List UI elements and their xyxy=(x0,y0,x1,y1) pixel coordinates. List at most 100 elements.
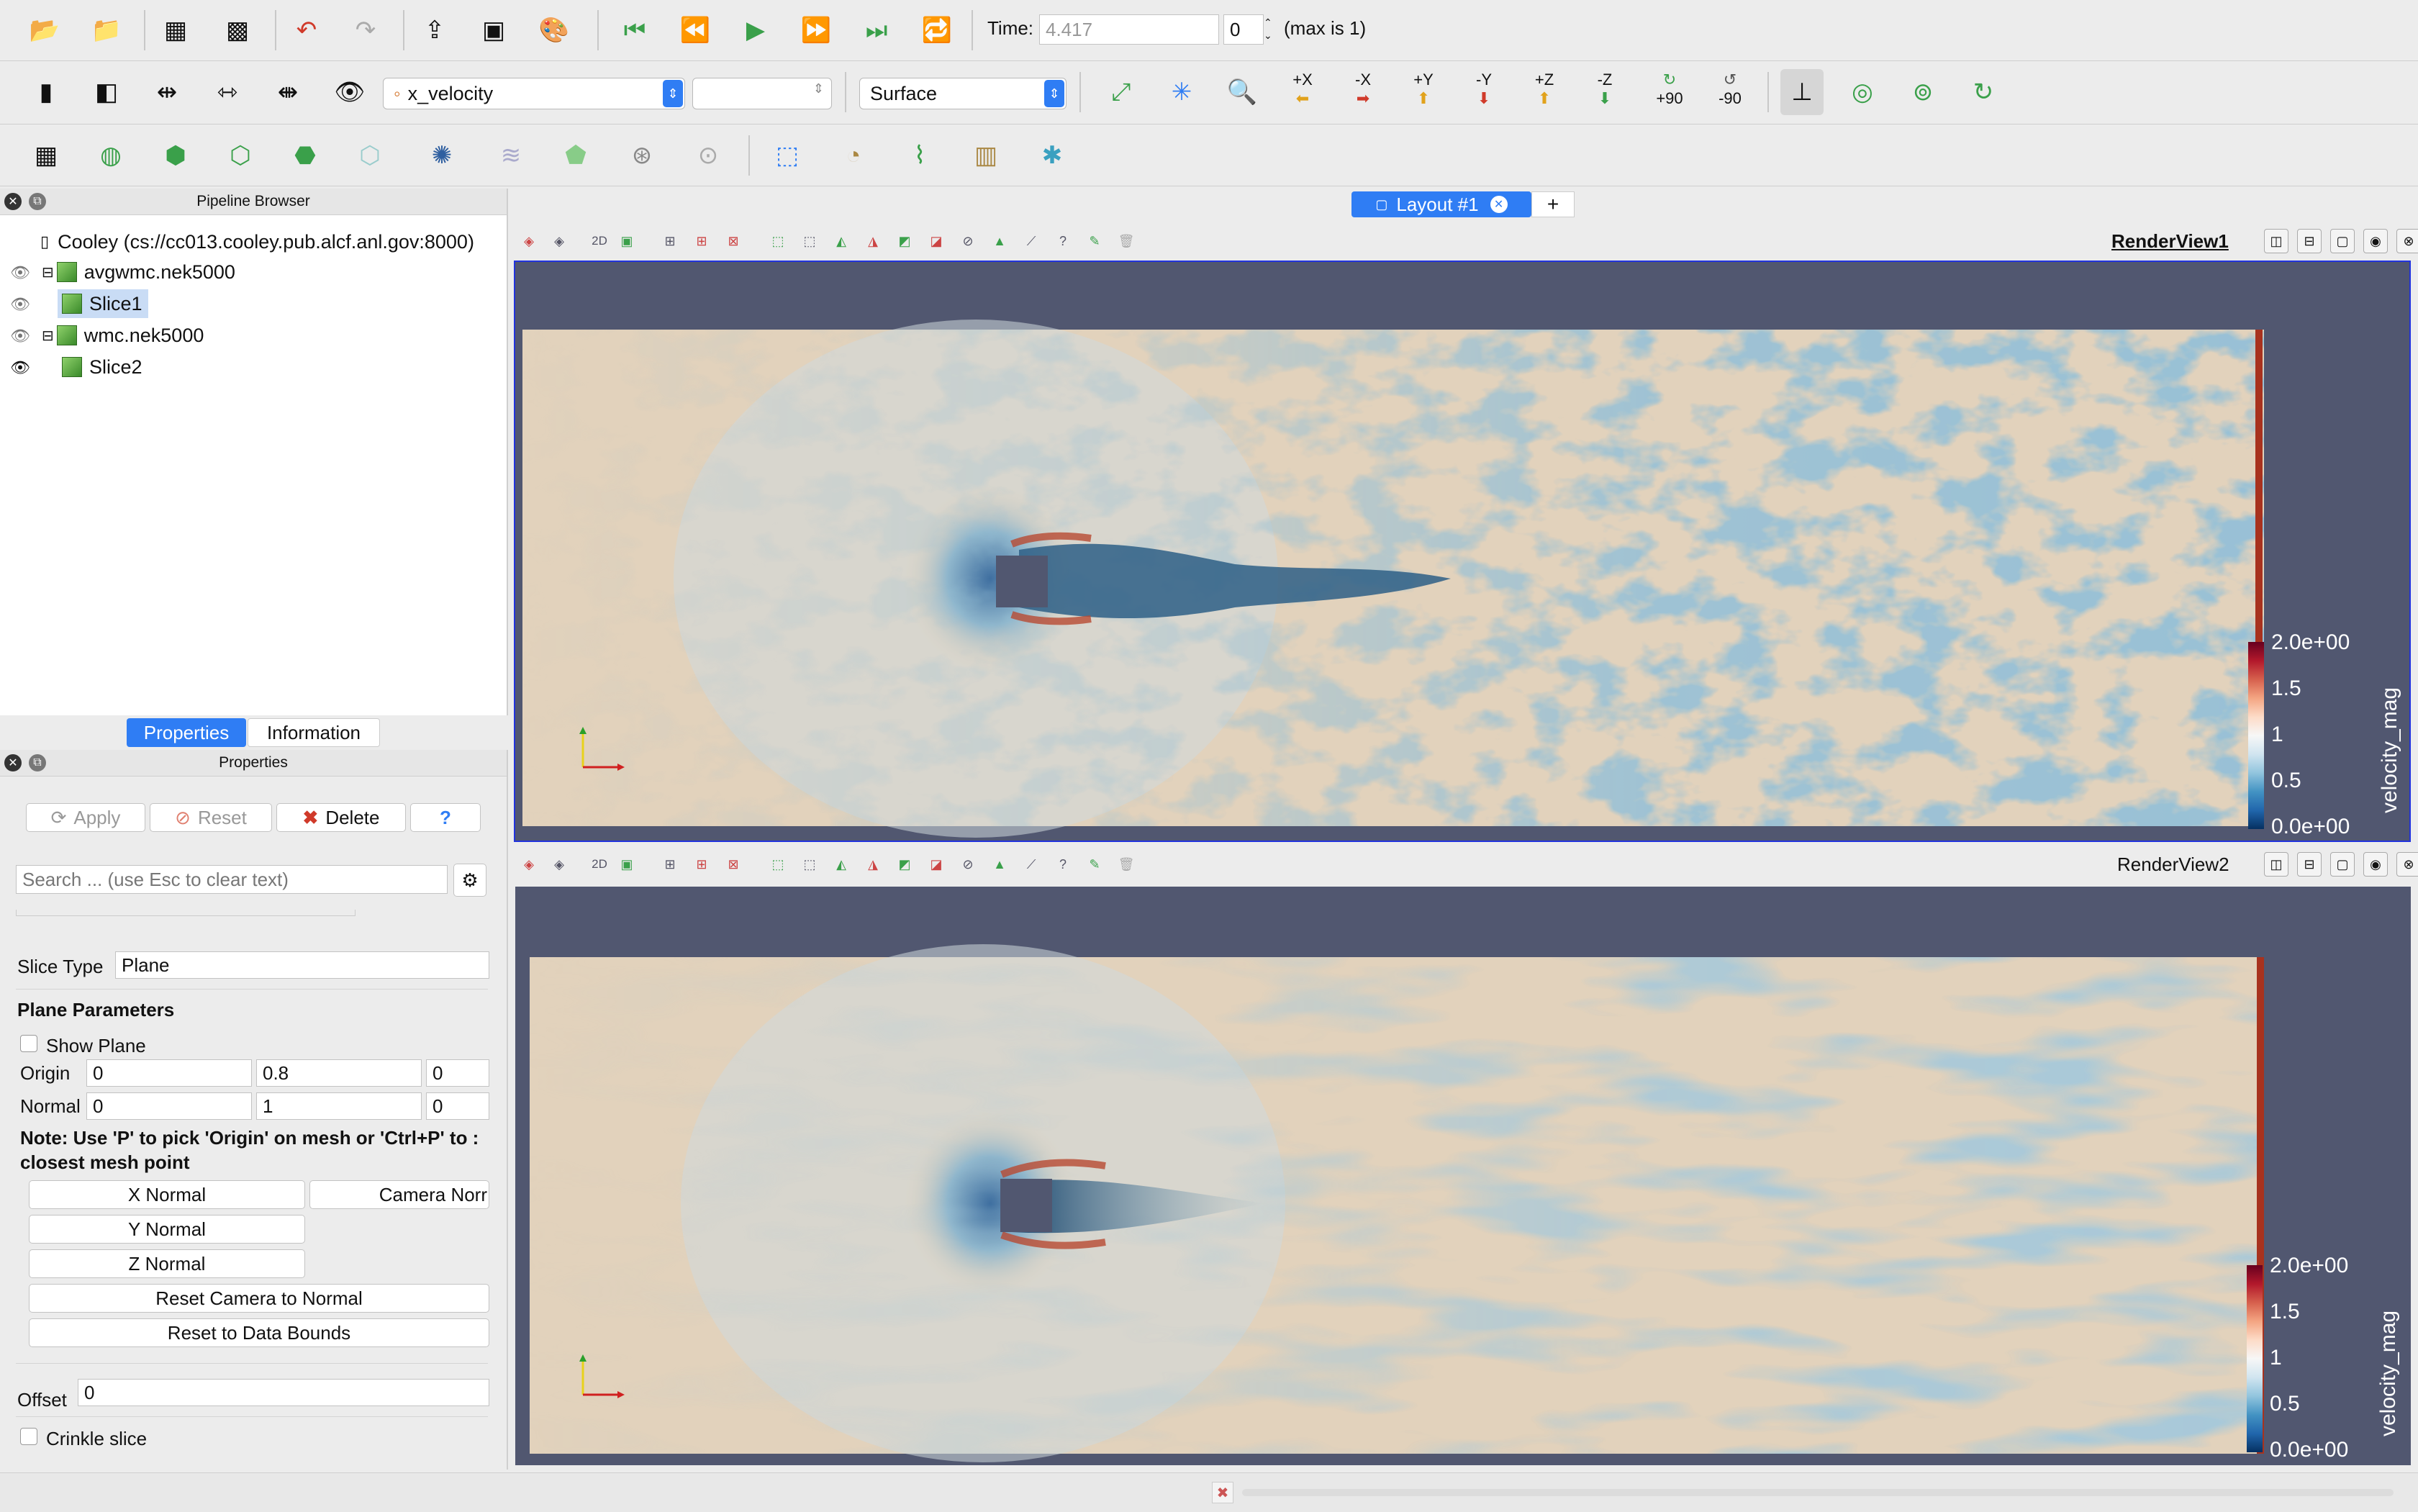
edit-selection-icon[interactable]: ✎ xyxy=(1084,230,1105,252)
render-view1[interactable]: 2.0e+00 1.5 1 0.5 0.0e+00 velocity_mag xyxy=(514,261,2411,842)
rotate-plus-90-button[interactable]: ↻ +90 xyxy=(1648,66,1691,112)
calculator-icon[interactable]: ▦ xyxy=(24,132,68,178)
center-axes-icon[interactable]: ◎ xyxy=(1841,69,1884,115)
select-points-on-icon[interactable]: ⊞ xyxy=(691,854,712,875)
view-splitter[interactable] xyxy=(514,843,2411,849)
glyph-icon[interactable]: ✺ xyxy=(420,132,463,178)
close-icon[interactable]: ✕ xyxy=(1490,196,1508,213)
view-plus-z-button[interactable]: +Z ⬆ xyxy=(1523,66,1566,112)
load-state-icon[interactable]: 📁 xyxy=(85,7,128,53)
trash-icon[interactable]: 🗑 xyxy=(1115,854,1137,875)
origin-z-field[interactable]: 0 xyxy=(426,1059,489,1087)
save-data-icon[interactable]: ⇪ xyxy=(413,7,456,53)
hover-cells-icon[interactable]: ◮ xyxy=(862,854,884,875)
offset-field[interactable]: 0 xyxy=(78,1379,489,1406)
clear-selection-icon[interactable]: ⊘ xyxy=(957,230,979,252)
view-minus-x-button[interactable]: -X ➡ xyxy=(1341,66,1385,112)
view-minus-y-button[interactable]: -Y ⬇ xyxy=(1462,66,1505,112)
histogram-icon[interactable]: ▥ xyxy=(964,132,1008,178)
crinkle-slice-checkbox[interactable] xyxy=(20,1428,37,1445)
rescale-visible-icon[interactable]: 👁 xyxy=(328,69,371,115)
select-cells-icon[interactable]: ⬚ xyxy=(766,132,809,178)
rotate-minus-90-button[interactable]: ↺ -90 xyxy=(1708,66,1752,112)
previous-frame-icon[interactable]: ⏪ xyxy=(674,7,717,53)
grow-selection-icon[interactable]: ◩ xyxy=(894,230,915,252)
clear-selection-icon[interactable]: ⊘ xyxy=(957,854,979,875)
next-frame-icon[interactable]: ⏩ xyxy=(794,7,838,53)
hover-cells-icon[interactable]: ◮ xyxy=(862,230,884,252)
plot-data-icon[interactable]: ⌇ xyxy=(898,132,941,178)
edit-selection-icon[interactable]: ✎ xyxy=(1084,854,1105,875)
properties-search-input[interactable]: Search ... (use Esc to clear text) xyxy=(16,865,448,894)
clip-icon[interactable]: ⬢ xyxy=(154,132,197,178)
axes-grid-icon[interactable]: ✱ xyxy=(1031,132,1074,178)
select-cells-on-icon[interactable]: ⊞ xyxy=(659,854,681,875)
slice-type-select[interactable]: Plane xyxy=(115,951,489,979)
split-horizontal-icon[interactable]: ◫ xyxy=(2264,229,2288,253)
time-index-stepper[interactable]: ⌃ ⌄ xyxy=(1264,16,1275,43)
reset-camera-icon[interactable]: ⤢ xyxy=(1100,69,1143,115)
first-frame-icon[interactable]: ⏮ xyxy=(613,7,656,53)
representation-combo[interactable]: Surface ⇕ xyxy=(859,78,1067,109)
trash-icon[interactable]: 🗑 xyxy=(1115,230,1137,252)
select-block-icon[interactable]: ▲ xyxy=(989,854,1010,875)
normal-x-field[interactable]: 0 xyxy=(86,1092,252,1120)
information-tab[interactable]: Information xyxy=(248,718,380,747)
reset-range-icon[interactable]: ◧ xyxy=(85,69,128,115)
float-icon[interactable]: ⧉ xyxy=(29,193,46,210)
show-plane-checkbox[interactable] xyxy=(20,1035,37,1052)
connect-server-icon[interactable]: ▦ xyxy=(154,7,197,53)
help-query-icon[interactable]: ? xyxy=(1052,230,1074,252)
origin-x-field[interactable]: 0 xyxy=(86,1059,252,1087)
show-selection-icon[interactable]: ◈ xyxy=(518,230,540,252)
toggle-2d-button[interactable]: 2D xyxy=(589,854,610,875)
rescale-custom-icon[interactable]: ⇹ xyxy=(145,69,189,115)
z-normal-button[interactable]: Z Normal xyxy=(29,1249,305,1278)
eye-icon[interactable]: 👁 xyxy=(10,358,32,376)
split-horizontal-icon[interactable]: ◫ xyxy=(2264,852,2288,877)
component-combo[interactable]: ⇕ xyxy=(692,78,832,109)
pipeline-item-slice1[interactable]: Slice1 xyxy=(58,289,148,318)
slice-icon[interactable]: ⬡ xyxy=(219,132,262,178)
maximize-icon[interactable]: ▢ xyxy=(2330,852,2355,877)
stream-tracer-icon[interactable]: ≋ xyxy=(489,132,533,178)
advanced-gear-button[interactable]: ⚙ xyxy=(453,864,486,897)
open-folder-icon[interactable]: 📂 xyxy=(23,7,66,53)
link-selection-icon[interactable]: ◈ xyxy=(548,230,570,252)
reset-to-data-bounds-button[interactable]: Reset to Data Bounds xyxy=(29,1318,489,1347)
disconnect-server-icon[interactable]: ▩ xyxy=(216,7,259,53)
zoom-to-data-icon[interactable]: ✳ xyxy=(1160,69,1203,115)
select-points-polygon-icon[interactable]: ⬚ xyxy=(799,230,820,252)
orientation-axes-icon[interactable]: ⊥ xyxy=(1780,69,1824,115)
reset-button[interactable]: ⊘ Reset xyxy=(150,803,272,832)
select-block-icon[interactable]: ▲ xyxy=(989,230,1010,252)
split-vertical-icon[interactable]: ⊟ xyxy=(2297,852,2322,877)
reset-center-icon[interactable]: ⊚ xyxy=(1901,69,1944,115)
link-selection-icon[interactable]: ◈ xyxy=(548,854,570,875)
color-map-editor-icon[interactable]: ▮ xyxy=(24,69,68,115)
pipeline-item-slice2[interactable]: Slice2 xyxy=(62,353,142,381)
close-icon[interactable]: ⊗ xyxy=(2396,852,2418,877)
maximize-icon[interactable]: ▢ xyxy=(2330,229,2355,253)
restore-icon[interactable]: ◉ xyxy=(2363,852,2388,877)
render-view2[interactable]: 2.0e+00 1.5 1 0.5 0.0e+00 velocity_mag xyxy=(515,887,2411,1465)
warp-vector-icon[interactable]: ⬟ xyxy=(554,132,597,178)
properties-tab[interactable]: Properties xyxy=(127,718,246,747)
time-value-field[interactable]: 4.417 xyxy=(1039,14,1219,45)
grow-selection-icon[interactable]: ◩ xyxy=(894,854,915,875)
pick-block-icon[interactable]: ⟋ xyxy=(1020,230,1042,252)
camera-normal-button[interactable]: Camera Norr xyxy=(309,1180,489,1209)
contour-icon[interactable]: ◍ xyxy=(89,132,132,178)
capture-icon[interactable]: ▣ xyxy=(616,230,638,252)
restore-icon[interactable]: ◉ xyxy=(2363,229,2388,253)
reset-camera-to-normal-button[interactable]: Reset Camera to Normal xyxy=(29,1284,489,1313)
eye-icon[interactable]: 👁 xyxy=(10,263,32,281)
close-icon[interactable]: ⊗ xyxy=(2396,229,2418,253)
shrink-selection-icon[interactable]: ◪ xyxy=(925,854,947,875)
origin-y-field[interactable]: 0.8 xyxy=(256,1059,422,1087)
time-index-field[interactable]: 0 xyxy=(1223,14,1264,45)
float-icon[interactable]: ⧉ xyxy=(29,754,46,771)
y-normal-button[interactable]: Y Normal xyxy=(29,1215,305,1244)
undo-icon[interactable]: ↶ xyxy=(285,7,328,53)
eye-icon[interactable]: 👁 xyxy=(10,327,32,345)
